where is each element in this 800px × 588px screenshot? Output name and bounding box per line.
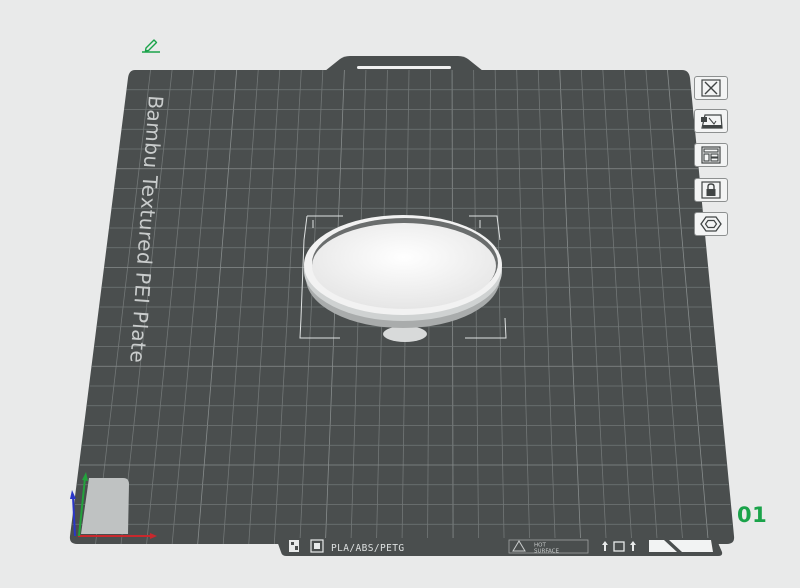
slice-plate-button[interactable] — [694, 212, 728, 236]
build-plate-viewport[interactable]: Bambu Textured PEI Plate PLA/ABS/PETG HO… — [0, 0, 800, 588]
arrange-button[interactable] — [694, 143, 728, 167]
plate-settings-icon — [701, 114, 723, 129]
hot-surface-line2: SURFACE — [534, 549, 560, 555]
lock-icon — [701, 181, 721, 199]
material-label: PLA/ABS/PETG — [331, 543, 404, 554]
close-plate-button[interactable] — [694, 76, 728, 100]
arrange-icon — [701, 146, 721, 164]
close-icon — [701, 79, 721, 97]
hexagon-icon — [700, 216, 722, 232]
handle-slot — [357, 66, 451, 69]
origin-marker — [81, 478, 129, 534]
plate-number-label[interactable]: 01 — [737, 503, 767, 527]
plate-settings-button[interactable] — [694, 109, 728, 133]
lock-button[interactable] — [694, 178, 728, 202]
